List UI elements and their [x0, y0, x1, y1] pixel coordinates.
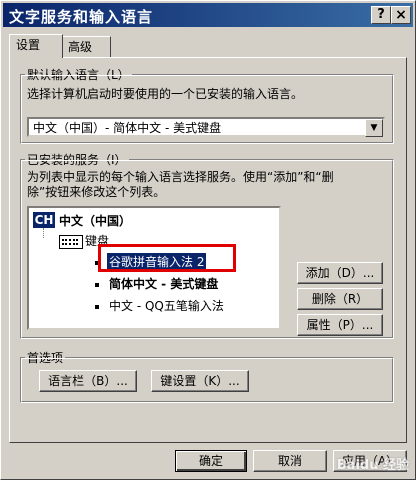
chevron-down-icon[interactable]: ▼ [365, 119, 383, 137]
bullet-icon [95, 283, 99, 287]
preferences-group: 首选项 语言栏（B）... 键设置（K）... [20, 349, 394, 403]
watermark-logo: Baidu 经验 [336, 458, 409, 473]
ok-button[interactable]: 确定 [175, 450, 247, 472]
add-button[interactable]: 添加（D）... [297, 262, 383, 284]
help-button[interactable]: ? [371, 6, 391, 24]
service-item-us-keyboard[interactable]: 简体中文 - 美式键盘 [109, 275, 218, 292]
language-bar-button[interactable]: 语言栏（B）... [39, 370, 137, 392]
service-item-qq-wubi[interactable]: 中文 - QQ五笔输入法 [109, 297, 224, 314]
close-button[interactable]: × [391, 6, 411, 24]
settings-panel: 默认输入语言（L） 选择计算机启动时要使用的一个已安装的输入语言。 中文（中国）… [9, 57, 407, 443]
tab-settings[interactable]: 设置 [9, 34, 63, 58]
default-language-label: 默认输入语言（L） [25, 66, 132, 83]
remove-button[interactable]: 删除（R） [297, 288, 383, 310]
tree-connector [43, 228, 44, 238]
highlight-box [98, 244, 236, 272]
language-badge-icon: CH [33, 212, 55, 228]
properties-button[interactable]: 属性（P）... [297, 314, 383, 336]
installed-services-label: 已安装的服务（I） [25, 151, 129, 168]
cancel-button[interactable]: 取消 [253, 450, 327, 472]
key-settings-button[interactable]: 键设置（K）... [151, 370, 249, 392]
window-title: 文字服务和输入语言 [9, 8, 154, 26]
dialog-window: 文字服务和输入语言 ? × 设置 高级 默认输入语言（L） 选择计算机启动时要使… [0, 0, 416, 480]
bullet-icon [95, 305, 99, 309]
default-language-value: 中文（中国）- 简体中文 - 美式键盘 [33, 121, 222, 135]
services-description-line2: 除”按钮来修改这个列表。 [27, 185, 166, 199]
tab-advanced[interactable]: 高级 [61, 36, 111, 58]
default-language-select[interactable]: 中文（中国）- 简体中文 - 美式键盘 ▼ [27, 117, 385, 137]
default-language-description: 选择计算机启动时要使用的一个已安装的输入语言。 [27, 87, 304, 101]
preferences-label: 首选项 [25, 349, 66, 366]
keyboard-icon [59, 235, 83, 249]
default-language-group: 默认输入语言（L） 选择计算机启动时要使用的一个已安装的输入语言。 中文（中国）… [20, 66, 394, 144]
title-bar[interactable]: 文字服务和输入语言 ? × [3, 3, 413, 27]
tree-language-node[interactable]: 中文（中国） [59, 212, 131, 229]
